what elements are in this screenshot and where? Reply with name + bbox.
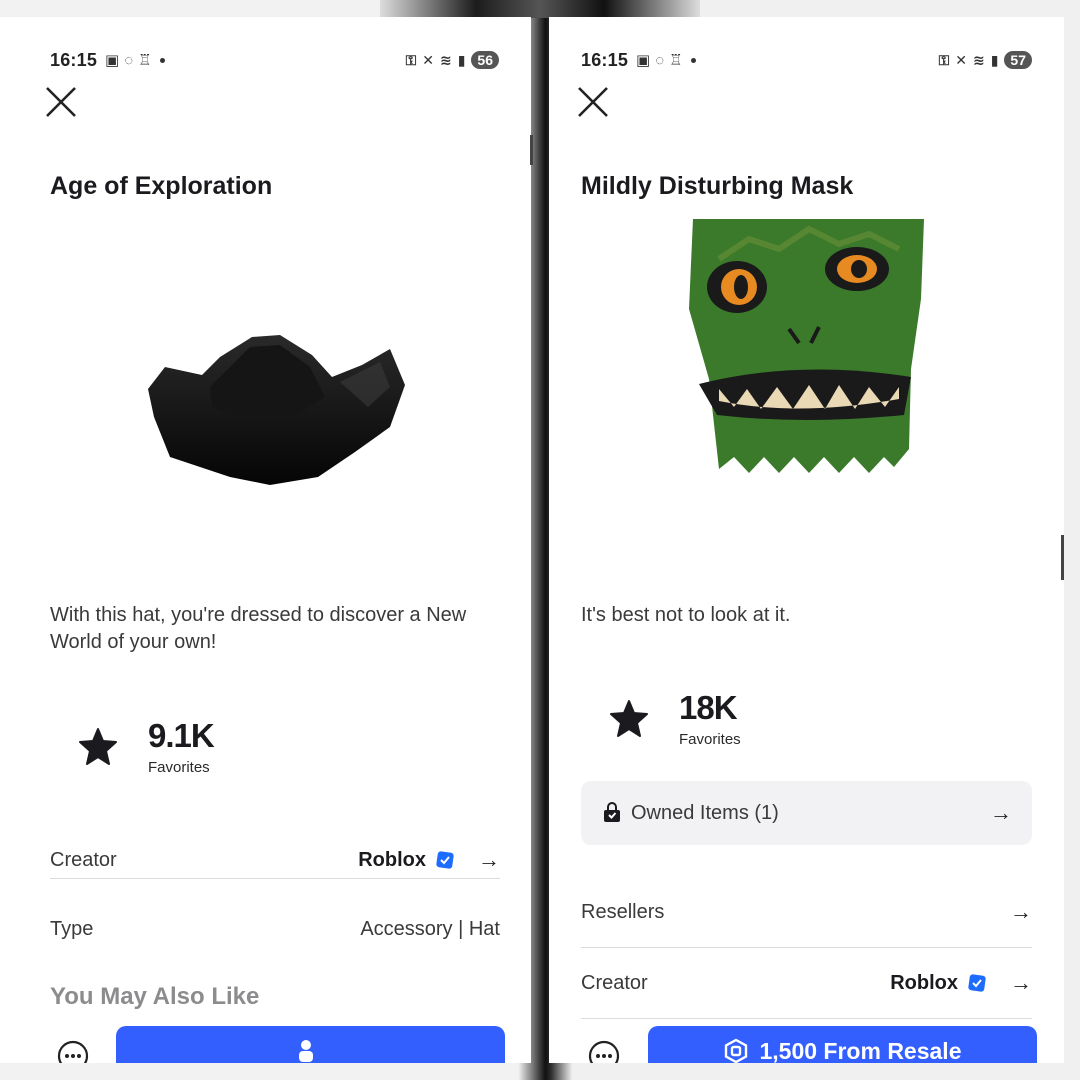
whatsapp-icon: ◌ <box>124 51 134 69</box>
screenshot-icon: ▣ <box>636 52 651 69</box>
item-title: Mildly Disturbing Mask <box>581 172 854 200</box>
favorites[interactable]: 18K Favorites <box>609 689 741 748</box>
section-title-you-may-also-like: You May Also Like <box>50 983 260 1010</box>
creator-label: Creator <box>50 848 117 871</box>
resellers-row[interactable]: Resellers → <box>581 899 1032 925</box>
divider <box>581 947 1032 948</box>
type-label: Type <box>50 918 94 940</box>
star-icon <box>610 699 648 737</box>
phone-panel-left: 16:15 ▣ ◌ ♖ ⚿ ✕ ≋ ▮ 56 Age of Exploratio… <box>0 17 531 1063</box>
type-value: Accessory | Hat <box>360 918 500 940</box>
wifi-icon: ≋ <box>439 51 452 68</box>
buy-button-label: 1,500 From Resale <box>759 1038 962 1063</box>
notification-icons: ▣ ◌ ♖ <box>636 51 683 70</box>
robux-icon <box>725 1038 748 1063</box>
close-button[interactable] <box>576 85 610 119</box>
favorites-text: 9.1K Favorites <box>148 717 215 776</box>
scrollbar-right[interactable] <box>1061 535 1064 580</box>
scrollbar-left[interactable] <box>530 135 533 165</box>
item-thumbnail-hat <box>148 335 405 485</box>
verified-badge-icon <box>436 851 454 869</box>
favorites-count: 18K <box>679 689 738 726</box>
whatsapp-icon: ◌ <box>655 51 665 69</box>
screenshot-icon: ▣ <box>105 52 120 69</box>
creator-row[interactable]: Creator Roblox → <box>581 970 1032 996</box>
mute-icon: ✕ <box>422 51 434 68</box>
divider <box>581 1018 1032 1019</box>
star-icon <box>79 727 117 765</box>
key-icon: ⚿ <box>938 51 950 68</box>
close-icon <box>46 87 76 117</box>
creator-value: Roblox → <box>890 970 1032 996</box>
owned-items-label: Owned Items (1) <box>631 801 779 824</box>
battery-badge: 57 <box>1004 51 1032 69</box>
close-button[interactable] <box>44 85 78 119</box>
status-time: 16:15 <box>581 49 629 70</box>
signal-icon: ▮ <box>457 51 466 68</box>
signal-icon: ▮ <box>990 51 999 68</box>
verified-badge-icon <box>968 974 986 992</box>
arrow-right-icon: → <box>1010 970 1032 995</box>
resellers-value: → <box>996 899 1032 925</box>
item-description: With this hat, you're dressed to discove… <box>50 604 467 653</box>
favorites-text: 18K Favorites <box>679 689 741 748</box>
close-icon <box>578 87 608 117</box>
buy-from-resale-button[interactable]: 1,500 From Resale <box>648 1026 1037 1063</box>
favorites-count: 9.1K <box>148 717 215 754</box>
status-time: 16:15 <box>50 49 98 70</box>
more-icon[interactable] <box>56 1039 90 1063</box>
item-description: It's best not to look at it. <box>581 604 791 626</box>
mute-icon: ✕ <box>955 51 967 68</box>
item-title: Age of Exploration <box>50 172 273 200</box>
status-bar: 16:15 ▣ ◌ ♖ ⚿ ✕ ≋ ▮ 56 <box>50 45 499 75</box>
resellers-label: Resellers <box>581 900 665 923</box>
type-row: Type Accessory | Hat <box>50 918 500 941</box>
status-bar: 16:15 ▣ ◌ ♖ ⚿ ✕ ≋ ▮ 57 <box>581 45 1032 75</box>
wifi-icon: ≋ <box>972 51 985 68</box>
favorites[interactable]: 9.1K Favorites <box>78 717 215 776</box>
flag-icon: ♖ <box>138 52 152 69</box>
favorites-label: Favorites <box>679 731 741 748</box>
owned-items-button[interactable]: Owned Items (1) → <box>581 781 1032 845</box>
phone-panel-right: 16:15 ▣ ◌ ♖ ⚿ ✕ ≋ ▮ 57 Mildly Disturbing… <box>549 17 1064 1063</box>
try-on-button[interactable] <box>116 1026 505 1063</box>
notification-icons: ▣ ◌ ♖ <box>105 51 152 70</box>
arrow-right-icon: → <box>1010 899 1032 924</box>
status-right: ⚿ ✕ ≋ ▮ 57 <box>939 51 1032 69</box>
creator-value: Roblox → <box>358 847 500 873</box>
creator-row[interactable]: Creator Roblox → <box>50 847 500 873</box>
favorites-label: Favorites <box>148 759 210 776</box>
background-top <box>380 0 700 18</box>
divider <box>50 878 500 879</box>
creator-label: Creator <box>581 971 648 994</box>
avatar-icon <box>298 1040 313 1062</box>
more-icon[interactable] <box>587 1039 621 1063</box>
key-icon: ⚿ <box>405 51 417 68</box>
item-thumbnail-mask <box>689 219 924 473</box>
creator-name: Roblox <box>358 848 426 871</box>
more-notifications-dot <box>159 57 165 63</box>
arrow-right-icon: → <box>990 800 1012 825</box>
battery-badge: 56 <box>471 51 499 69</box>
creator-name: Roblox <box>890 971 958 994</box>
flag-icon: ♖ <box>669 52 683 69</box>
more-notifications-dot <box>690 57 696 63</box>
lock-bag-icon <box>604 802 620 822</box>
arrow-right-icon: → <box>478 847 500 872</box>
status-right: ⚿ ✕ ≋ ▮ 56 <box>406 51 499 69</box>
